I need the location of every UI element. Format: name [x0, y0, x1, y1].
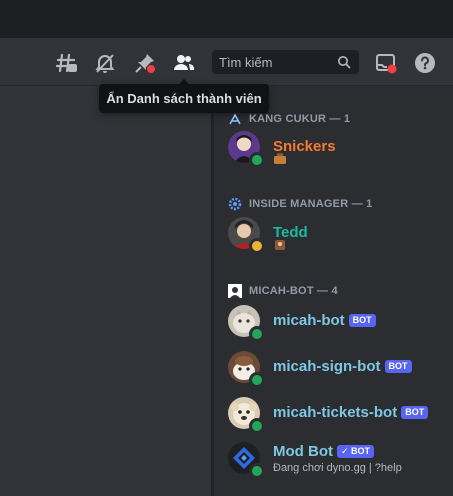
member-name-text: micah-tickets-bot [273, 404, 398, 421]
status-online-indicator [249, 463, 265, 479]
category-label: KANG CUKUR — 1 [249, 113, 351, 125]
role-icon [228, 112, 242, 126]
threads-icon[interactable] [54, 51, 78, 75]
help-icon[interactable] [413, 51, 437, 75]
member-name-text: micah-sign-bot [273, 358, 381, 375]
member-name: micah-sign-bot BOT [273, 358, 412, 375]
app-root: Tìm kiếm Ẩn Danh sách thành viên KANG CU… [0, 0, 453, 496]
badge-icon [273, 238, 287, 255]
gear-icon [228, 197, 242, 211]
bell-muted-icon[interactable] [93, 51, 117, 75]
tooltip: Ẩn Danh sách thành viên [99, 84, 269, 113]
title-bar [0, 0, 453, 38]
briefcase-icon [273, 152, 287, 169]
member-micah-tickets-bot[interactable]: micah-tickets-bot BOT [228, 397, 448, 437]
member-micah-sign-bot[interactable]: micah-sign-bot BOT [228, 351, 448, 391]
chat-area [0, 86, 211, 496]
search-input[interactable]: Tìm kiếm [212, 50, 359, 74]
member-micah-bot[interactable]: micah-bot BOT [228, 305, 448, 345]
member-mod-bot[interactable]: Mod Bot ✓ BOT Đang chơi dyno.gg | ?help [228, 442, 448, 482]
bot-role-icon [228, 284, 242, 298]
member-name: Mod Bot ✓ BOT [273, 443, 375, 460]
member-name-text: micah-bot [273, 312, 345, 329]
verified-bot-badge: ✓ BOT [336, 445, 375, 458]
member-snickers[interactable]: Snickers [228, 131, 448, 171]
pin-icon[interactable] [133, 51, 157, 75]
category-label: MICAH-BOT — 4 [249, 285, 338, 297]
member-name: micah-bot BOT [273, 312, 376, 329]
status-online-indicator [249, 418, 265, 434]
status-online-indicator [249, 372, 265, 388]
member-tedd[interactable]: Tedd [228, 217, 448, 257]
bot-badge: BOT [348, 314, 376, 327]
search-icon [337, 55, 351, 69]
inbox-icon[interactable] [374, 51, 398, 75]
bot-badge: BOT [401, 406, 429, 419]
status-idle-indicator [249, 238, 265, 254]
members-icon[interactable] [172, 51, 196, 75]
category-label: INSIDE MANAGER — 1 [249, 198, 373, 210]
tooltip-text: Ẩn Danh sách thành viên [106, 91, 262, 106]
bot-badge: BOT [384, 360, 412, 373]
status-online-indicator [249, 152, 265, 168]
member-activity: Đang chơi dyno.gg | ?help [273, 462, 402, 474]
member-name: micah-tickets-bot BOT [273, 404, 429, 421]
search-placeholder: Tìm kiếm [219, 55, 273, 70]
status-online-indicator [249, 326, 265, 342]
member-name-text: Mod Bot [273, 443, 333, 460]
